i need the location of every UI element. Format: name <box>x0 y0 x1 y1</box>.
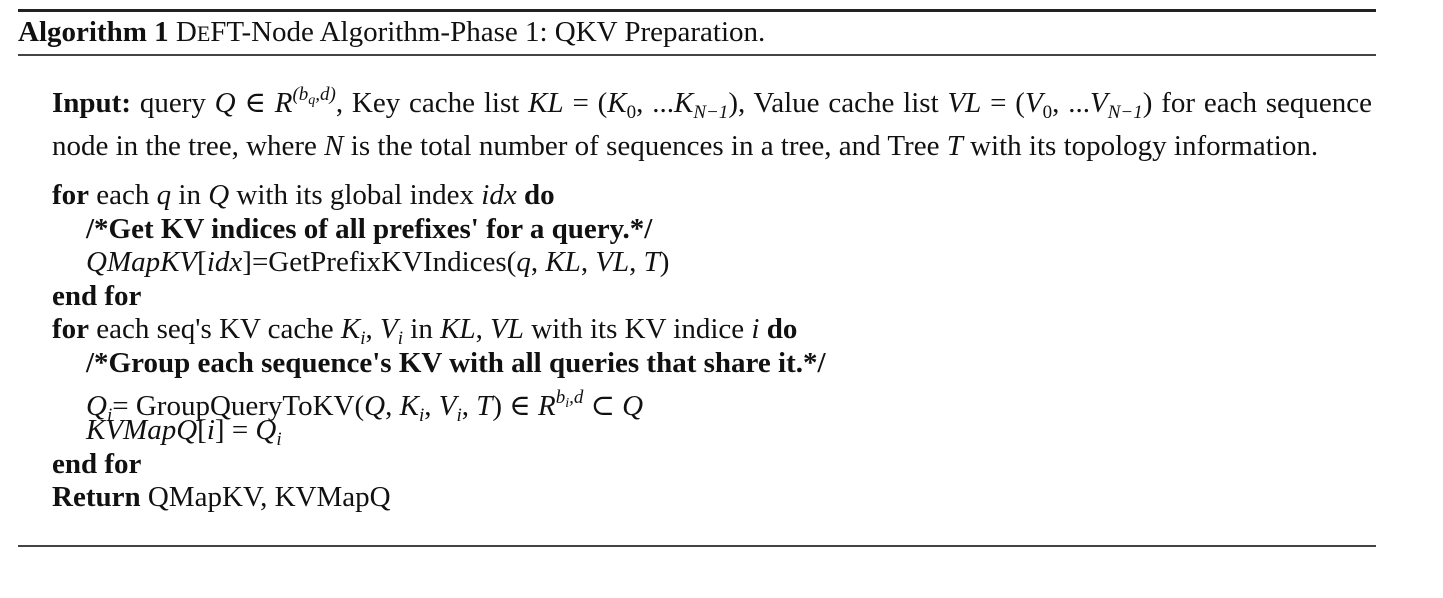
text-segment: E <box>196 21 211 46</box>
text-segment: VL <box>595 246 630 279</box>
text-segment: R <box>538 389 556 422</box>
algorithm-line: /*Group each sequence's KV with all quer… <box>86 347 826 381</box>
text-segment: , <box>424 389 439 422</box>
text-segment: , ... <box>636 87 674 119</box>
bottom-rule <box>18 545 1376 547</box>
text-segment: , <box>461 389 477 422</box>
text-segment: i <box>276 429 282 451</box>
text-segment: D <box>168 16 197 48</box>
text-segment: = ( <box>981 87 1025 119</box>
text-segment: V <box>1024 87 1043 119</box>
text-segment: KL <box>528 87 564 119</box>
text-segment: q <box>516 246 531 279</box>
text-segment: Q <box>364 389 386 422</box>
text-segment: T <box>946 129 963 162</box>
text-segment: , ... <box>1052 87 1090 119</box>
text-segment: VL <box>490 313 524 346</box>
text-segment: , Key cache list <box>335 87 529 119</box>
text-segment: , <box>629 246 644 279</box>
text-segment: do <box>516 179 555 211</box>
text-segment: KL <box>545 246 581 279</box>
text-segment: Algorithm 1 <box>18 16 169 48</box>
text-segment: QMapKV <box>86 246 198 279</box>
text-segment: in <box>403 313 441 346</box>
text-segment: idx <box>481 179 517 211</box>
text-segment: is the total number of sequences in a tr… <box>343 129 947 162</box>
text-segment: in <box>171 179 209 211</box>
text-segment: (b <box>292 84 309 105</box>
text-segment: ) <box>659 246 670 279</box>
text-segment: [ <box>197 246 207 279</box>
text-segment: N−1 <box>693 102 729 123</box>
text-segment: with its topology information. <box>962 129 1319 162</box>
text-segment: ) ∈ <box>492 389 538 422</box>
text-segment: KVMapQ <box>86 414 198 447</box>
caption-rule <box>18 54 1376 56</box>
text-segment: /*Group each sequence's KV with all quer… <box>86 347 826 379</box>
text-segment: for <box>52 179 90 211</box>
text-segment: Q <box>255 414 277 447</box>
text-segment: T <box>643 246 660 279</box>
text-segment: N−1 <box>1107 102 1143 123</box>
algorithm-input: Input: query Q ∈ R(bq,d), Key cache list… <box>52 78 1372 163</box>
text-segment: ]=GetPrefixKVIndices( <box>242 246 517 279</box>
text-segment: each <box>89 179 157 211</box>
algorithm-line: end for <box>52 448 141 482</box>
text-segment: query <box>131 87 215 119</box>
text-segment: K <box>607 87 627 119</box>
text-segment: ,d <box>569 386 584 408</box>
text-segment: K <box>399 389 419 422</box>
algorithm-line: end for <box>52 280 141 314</box>
text-segment: with its global index <box>229 179 482 211</box>
text-segment: with its KV indice <box>523 313 752 346</box>
text-segment: , <box>530 246 546 279</box>
text-segment: QMapKV, KVMapQ <box>140 481 391 514</box>
text-segment: R <box>274 87 293 119</box>
text-segment: /*Get KV indices of all prefixes' for a … <box>86 212 653 245</box>
text-segment: Q <box>214 87 236 119</box>
text-segment: 0 <box>626 102 637 123</box>
text-segment: b <box>555 386 566 408</box>
text-segment: V <box>380 313 398 346</box>
text-segment: Q <box>622 389 644 422</box>
top-rule <box>18 9 1376 12</box>
text-segment: idx <box>206 246 243 279</box>
algorithm-line: /*Get KV indices of all prefixes' for a … <box>86 213 652 247</box>
text-segment: Q <box>208 179 230 211</box>
text-segment: ⊂ <box>583 389 623 422</box>
text-segment: K <box>340 313 361 346</box>
text-segment: ), Value cache list <box>728 87 948 119</box>
text-segment: , <box>475 313 491 346</box>
text-segment: q <box>156 179 172 211</box>
algorithm-caption: Algorithm 1 DEFT-Node Algorithm-Phase 1:… <box>18 16 765 49</box>
text-segment: KL <box>440 313 476 346</box>
text-segment: 0 <box>1042 102 1053 123</box>
text-segment: , <box>580 246 596 279</box>
text-segment: ] = <box>214 414 256 447</box>
text-segment: Return <box>52 481 141 514</box>
text-segment: V <box>1090 87 1108 119</box>
algorithm-line: Return QMapKV, KVMapQ <box>52 481 391 515</box>
text-segment: K <box>673 87 694 119</box>
algorithm-line: for each q in Q with its global index id… <box>52 179 555 213</box>
text-segment: do <box>759 313 798 346</box>
text-segment: T <box>476 389 493 422</box>
text-segment: each seq's KV cache <box>89 313 341 346</box>
text-segment: = ( <box>563 87 608 119</box>
text-segment: , <box>365 313 381 346</box>
text-segment: V <box>438 389 457 422</box>
text-segment: [ <box>197 414 207 447</box>
text-segment: end for <box>52 279 142 312</box>
algorithm-line: QMapKV[idx]=GetPrefixKVIndices(q, KL, VL… <box>86 246 669 280</box>
text-segment: VL <box>947 87 982 119</box>
text-segment: ∈ <box>235 87 275 119</box>
text-segment: for <box>52 313 90 346</box>
text-segment: end for <box>52 447 142 480</box>
text-segment: FT-Node Algorithm-Phase 1: QKV Preparati… <box>210 16 766 48</box>
text-segment: , <box>385 389 400 422</box>
text-segment: i <box>206 414 215 447</box>
text-segment: N <box>324 129 344 162</box>
text-segment: ,d) <box>315 84 336 105</box>
text-segment: Input: <box>52 87 131 119</box>
